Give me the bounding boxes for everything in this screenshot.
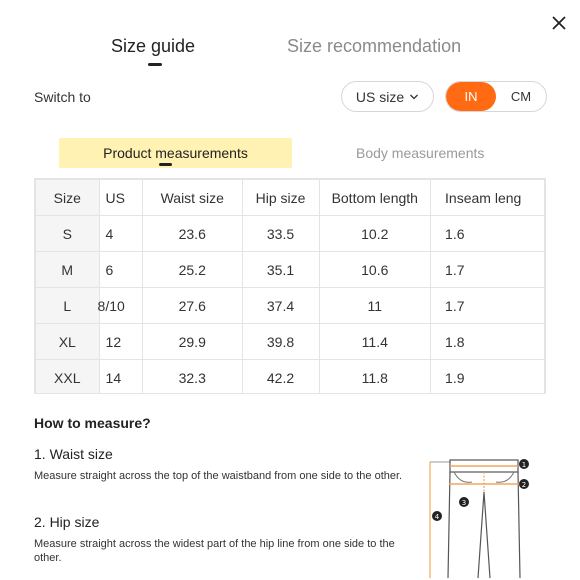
hip-cell: 35.1 xyxy=(241,251,320,288)
hip-size-instructions: Measure straight across the widest part … xyxy=(34,538,395,564)
header-inseam-length: Inseam leng xyxy=(430,179,545,216)
header-waist: Waist size xyxy=(141,179,243,216)
hip-cell: 37.4 xyxy=(241,287,320,324)
table-row: S 4 23.6 33.5 10.2 1.6 xyxy=(35,215,545,252)
inseam-cell: 1.7 xyxy=(430,287,545,324)
size-cell: XXL xyxy=(35,359,100,393)
us-cell: 6 xyxy=(98,251,143,288)
table-row: XXL 14 32.3 42.2 11.8 1.9 xyxy=(35,359,545,393)
table-row: L 8/10 27.6 37.4 11 1.7 xyxy=(35,287,545,324)
table-row: XL 12 29.9 39.8 11.4 1.8 xyxy=(35,323,545,360)
switch-row: Switch to US size IN CM xyxy=(0,80,580,114)
header-hip: Hip size xyxy=(241,179,320,216)
bottom-length-cell: 10.2 xyxy=(318,215,432,252)
hip-cell: 42.2 xyxy=(241,359,320,393)
us-cell-label: 8/10 xyxy=(97,297,125,314)
table-header-row: Size US Waist size Hip size Bottom lengt… xyxy=(35,179,545,216)
waist-cell: 25.2 xyxy=(141,251,243,288)
header-bottom-length: Bottom length xyxy=(318,179,432,216)
switch-label: Switch to xyxy=(34,89,91,105)
marker-2-icon: 2 xyxy=(519,479,529,489)
header-size: Size xyxy=(35,179,100,216)
waist-cell: 23.6 xyxy=(141,215,243,252)
pants-measurement-diagram: 1 2 3 4 xyxy=(429,459,529,579)
size-table-scroll[interactable]: Size US Waist size Hip size Bottom lengt… xyxy=(34,178,546,394)
marker-1-icon: 1 xyxy=(519,459,529,469)
inseam-cell: 1.6 xyxy=(430,215,545,252)
us-cell: 8/10 xyxy=(97,287,143,324)
svg-text:3: 3 xyxy=(462,499,466,507)
unit-toggle: IN CM xyxy=(445,81,547,112)
us-cell: 12 xyxy=(98,323,143,360)
tab-size-recommendation[interactable]: Size recommendation xyxy=(287,36,461,57)
measurement-tabs: Product measurements Body measurements xyxy=(0,138,580,174)
header-us: US xyxy=(98,179,143,216)
tab-product-measurements-label: Product measurements xyxy=(103,145,248,161)
bottom-length-cell: 10.6 xyxy=(318,251,432,288)
close-icon[interactable] xyxy=(548,12,570,34)
marker-4-icon: 4 xyxy=(432,511,442,521)
hip-cell: 33.5 xyxy=(241,215,320,252)
us-cell: 4 xyxy=(98,215,143,252)
svg-text:1: 1 xyxy=(522,461,526,469)
svg-text:2: 2 xyxy=(522,481,526,489)
pocket-right xyxy=(495,471,515,483)
table-row: M 6 25.2 35.1 10.6 1.7 xyxy=(35,251,545,288)
tab-size-guide[interactable]: Size guide xyxy=(111,36,195,57)
inseam-cell: 1.8 xyxy=(430,323,545,360)
size-table: Size US Waist size Hip size Bottom lengt… xyxy=(35,179,545,393)
size-cell: L xyxy=(35,287,100,324)
size-cell: M xyxy=(35,251,100,288)
chevron-down-icon xyxy=(410,94,419,99)
how-to-measure-heading: How to measure? xyxy=(34,415,151,431)
marker-3-icon: 3 xyxy=(459,497,469,507)
waist-size-instructions: Measure straight across the top of the w… xyxy=(34,470,403,482)
guide-tabs: Size guide Size recommendation xyxy=(0,36,580,76)
svg-text:4: 4 xyxy=(435,513,440,521)
size-cell: S xyxy=(35,215,100,252)
size-cell: XL xyxy=(35,323,100,360)
region-size-value: US size xyxy=(355,88,405,105)
bottom-length-cell: 11.8 xyxy=(318,359,432,393)
waist-cell: 27.6 xyxy=(141,287,243,324)
waist-cell: 32.3 xyxy=(141,359,243,393)
hip-cell: 39.8 xyxy=(241,323,320,360)
unit-in-button[interactable]: IN xyxy=(446,82,496,111)
us-cell: 14 xyxy=(98,359,143,393)
inseam-cell: 1.7 xyxy=(430,251,545,288)
tab-product-measurements[interactable]: Product measurements xyxy=(59,138,292,168)
hip-size-title: 2. Hip size xyxy=(34,514,100,530)
measurement-tab-indicator xyxy=(159,163,172,166)
pocket-left xyxy=(453,471,473,483)
waist-cell: 29.9 xyxy=(141,323,243,360)
bottom-length-cell: 11 xyxy=(318,287,432,324)
waist-size-title: 1. Waist size xyxy=(34,446,113,462)
inseam-cell: 1.9 xyxy=(430,359,545,393)
bottom-length-cell: 11.4 xyxy=(318,323,432,360)
active-tab-indicator xyxy=(148,63,162,66)
tab-body-measurements[interactable]: Body measurements xyxy=(356,145,484,161)
unit-cm-button[interactable]: CM xyxy=(496,82,546,111)
region-size-select[interactable]: US size xyxy=(341,81,434,112)
